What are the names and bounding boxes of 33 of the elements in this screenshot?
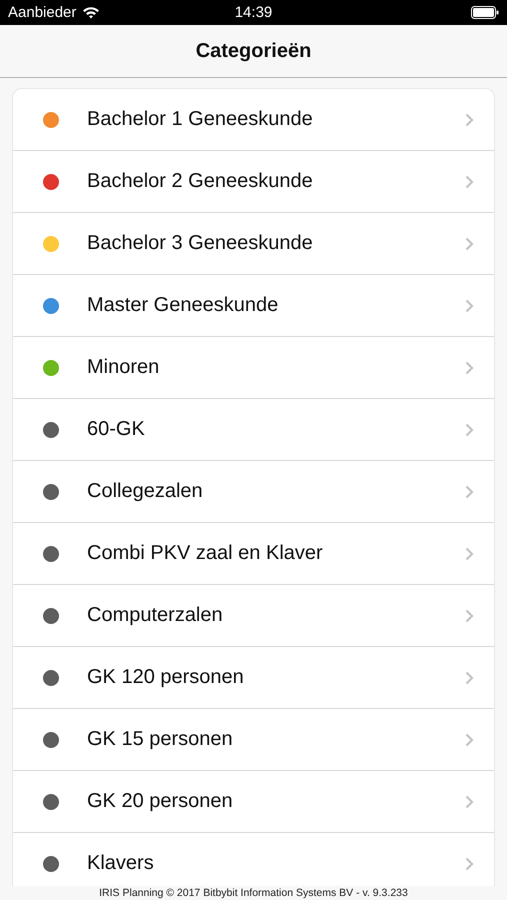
category-name: Klavers [87, 852, 155, 875]
category-name: GK 120 personen [87, 666, 245, 689]
category-name: GK 20 personen [87, 790, 234, 813]
chevron-icon [465, 422, 474, 436]
chevron-icon [465, 794, 474, 808]
chevron-icon [465, 608, 474, 622]
category-name: Master Geneeskunde [87, 294, 280, 317]
chevron-icon [465, 546, 474, 560]
chevron-icon [465, 856, 474, 870]
battery-icon [471, 6, 499, 19]
category-name: GK 15 personen [87, 728, 234, 751]
chevron-icon [465, 732, 474, 746]
category-name: Computerzalen [87, 604, 224, 627]
category-row[interactable]: Bachelor 1 Geneeskunde [13, 89, 494, 151]
footer-text: IRIS Planning © 2017 Bitbybit Information Systems BV - v. 9.3.233 [98, 886, 409, 900]
category-name: Minoren [87, 356, 160, 379]
category-name: Bachelor 2 Geneeskunde [87, 170, 314, 193]
clock-time: 14:39 [234, 4, 272, 21]
chevron-icon [465, 236, 474, 250]
category-name: Combi PKV zaal en Klaver [87, 542, 324, 565]
carrier-name: Aanbieder [8, 4, 76, 21]
chevron-icon [465, 484, 474, 498]
category-name: 60-GK [87, 418, 146, 441]
chevron-icon [465, 298, 474, 312]
category-name: Bachelor 1 Geneeskunde [87, 108, 314, 131]
nav-title: Categorieën [196, 40, 312, 62]
chevron-icon [465, 360, 474, 374]
chevron-icon [465, 174, 474, 188]
category-name: Collegezalen [87, 480, 204, 503]
wifi-icon [82, 6, 100, 19]
chevron-icon [465, 112, 474, 126]
category-name: Bachelor 3 Geneeskunde [87, 232, 314, 255]
chevron-icon [465, 670, 474, 684]
